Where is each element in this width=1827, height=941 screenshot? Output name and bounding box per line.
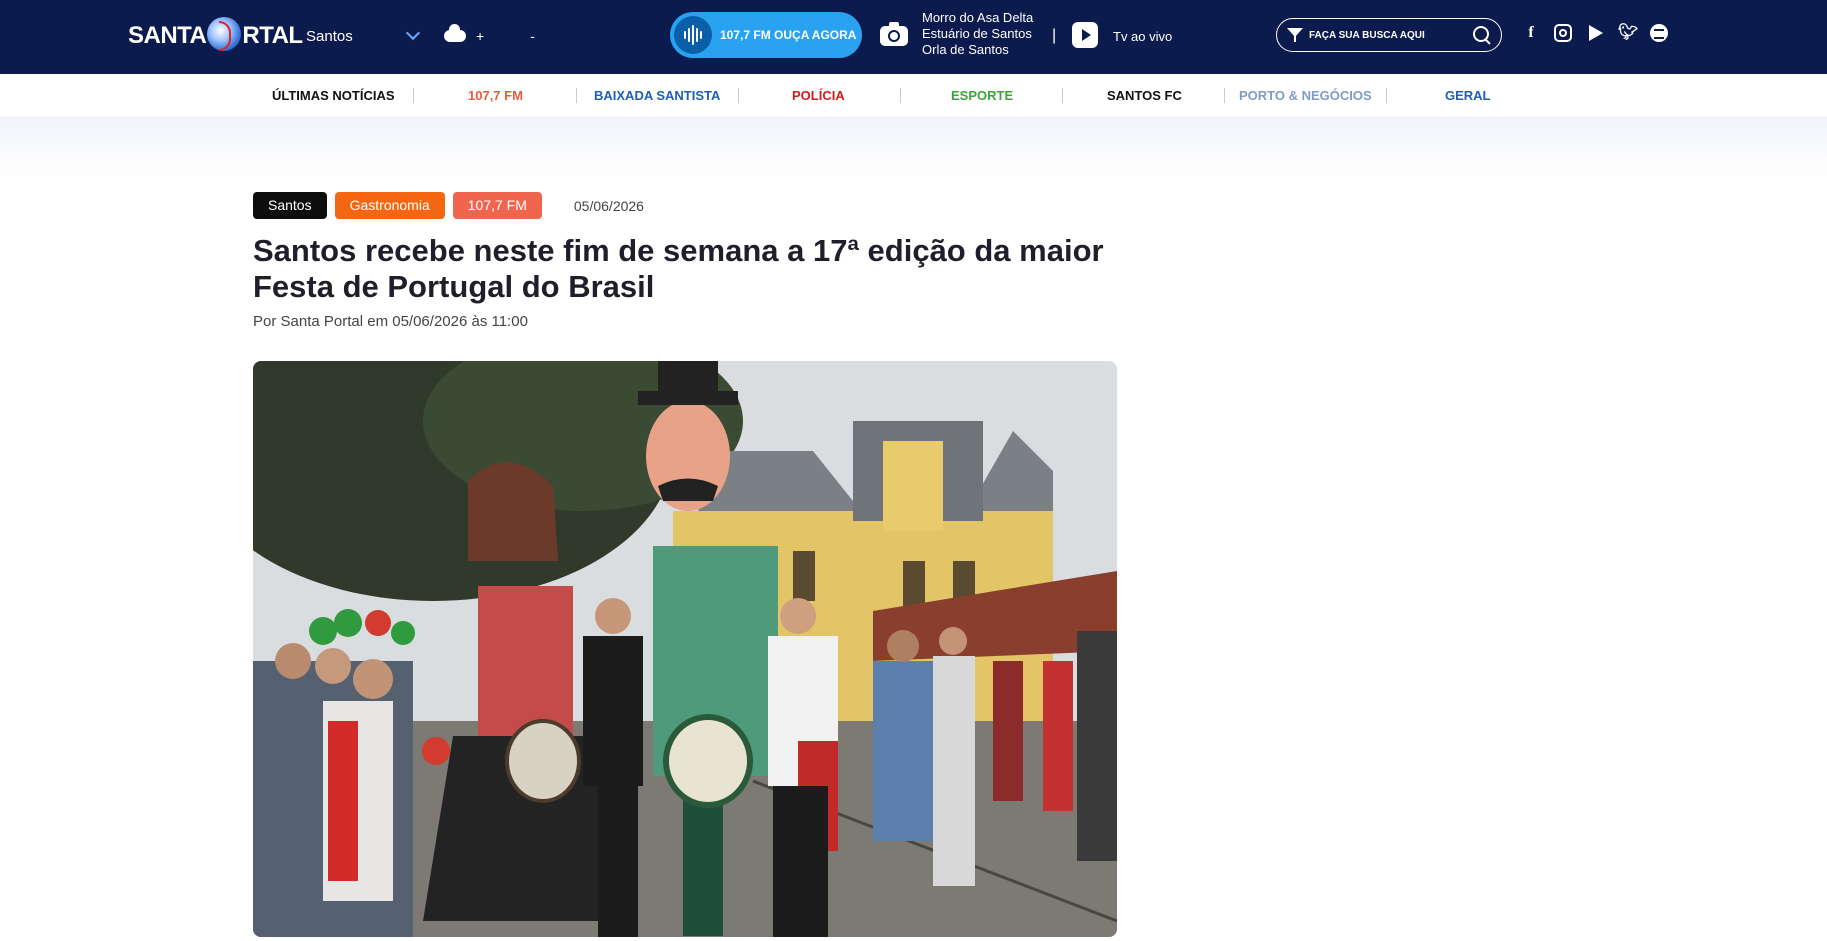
- hero-band: [0, 118, 1827, 178]
- nav-divider: [1224, 88, 1225, 103]
- header-divider: |: [1052, 27, 1057, 44]
- social-links: f 🐦︎: [1522, 24, 1668, 42]
- filter-icon[interactable]: [1287, 27, 1303, 43]
- top-header: SANTA RTAL Santos + - 107,7 FM OUÇA AGORA…: [0, 0, 1827, 74]
- radio-listen-button[interactable]: 107,7 FM OUÇA AGORA: [670, 12, 862, 58]
- weather-min: -: [530, 28, 535, 44]
- search-input[interactable]: [1309, 29, 1443, 41]
- nav-divider: [1062, 88, 1063, 103]
- tv-live-link[interactable]: Tv ao vivo: [1113, 29, 1172, 44]
- sound-wave-icon: [674, 16, 712, 54]
- tag-gastronomia[interactable]: Gastronomia: [334, 192, 445, 219]
- nav-divider: [413, 88, 414, 103]
- nav-item-esporte[interactable]: ESPORTE: [951, 88, 1013, 103]
- cloud-icon: [444, 24, 466, 42]
- camera-icon[interactable]: [880, 22, 908, 46]
- twitter-icon[interactable]: 🐦︎: [1618, 24, 1638, 42]
- camera-link[interactable]: Orla de Santos: [922, 42, 1033, 58]
- nav-divider: [900, 88, 901, 103]
- spotify-icon[interactable]: [1650, 24, 1668, 42]
- camera-link[interactable]: Morro do Asa Delta: [922, 10, 1033, 26]
- nav-item-santos-fc[interactable]: SANTOS FC: [1107, 88, 1182, 103]
- weather-widget: + -: [444, 24, 535, 48]
- live-cameras-list: Morro do Asa Delta Estuário de Santos Or…: [922, 10, 1033, 58]
- logo-text-right: RTAL: [242, 22, 303, 49]
- article-title: Santos recebe neste fim de semana a 17ª …: [253, 233, 1104, 304]
- nav-item-geral[interactable]: GERAL: [1445, 88, 1491, 103]
- article-byline: Por Santa Portal em 05/06/2026 às 11:00: [253, 313, 528, 330]
- article-tags: Santos Gastronomia 107,7 FM 05/06/2026: [253, 192, 644, 219]
- article-photo: [253, 361, 1117, 937]
- facebook-icon[interactable]: f: [1522, 24, 1540, 42]
- camera-link[interactable]: Estuário de Santos: [922, 26, 1033, 42]
- nav-divider: [738, 88, 739, 103]
- radio-listen-label: 107,7 FM OUÇA AGORA: [720, 28, 857, 42]
- nav-item-ultimas-noticias[interactable]: ÚLTIMAS NOTÍCIAS: [272, 88, 395, 103]
- category-nav: ÚLTIMAS NOTÍCIAS 107,7 FM BAIXADA SANTIS…: [0, 74, 1827, 118]
- festival-photo-illustration: [253, 361, 1117, 937]
- nav-item-107-fm[interactable]: 107,7 FM: [468, 88, 523, 103]
- instagram-icon[interactable]: [1554, 24, 1572, 42]
- youtube-icon[interactable]: [1586, 24, 1604, 42]
- globe-icon: [207, 17, 242, 51]
- nav-item-policia[interactable]: POLÍCIA: [792, 88, 845, 103]
- logo-text-left: SANTA: [128, 22, 207, 49]
- tag-santos[interactable]: Santos: [253, 192, 327, 219]
- article-date: 05/06/2026: [573, 197, 644, 214]
- nav-divider: [1386, 88, 1387, 103]
- city-select-value: Santos: [306, 27, 353, 45]
- search-box: [1276, 18, 1502, 52]
- nav-item-porto-negocios[interactable]: PORTO & NEGÓCIOS: [1239, 88, 1372, 103]
- chevron-down-icon: [405, 25, 421, 41]
- city-select[interactable]: Santos: [306, 24, 422, 48]
- site-logo[interactable]: SANTA RTAL: [128, 16, 303, 56]
- nav-divider: [576, 88, 577, 103]
- tv-play-icon[interactable]: [1072, 22, 1098, 48]
- tag-107-fm[interactable]: 107,7 FM: [452, 192, 542, 219]
- weather-max: +: [476, 28, 485, 44]
- search-icon[interactable]: [1473, 26, 1491, 44]
- nav-item-baixada-santista[interactable]: BAIXADA SANTISTA: [594, 88, 720, 103]
